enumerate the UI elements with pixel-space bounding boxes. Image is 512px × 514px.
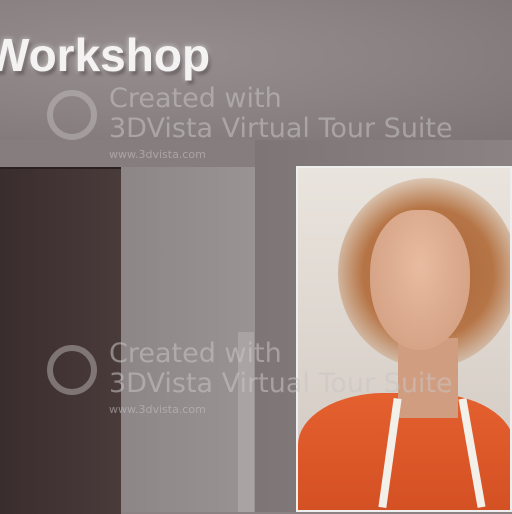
- face: [370, 210, 470, 350]
- watermark-line1: Created with: [109, 338, 282, 369]
- watermark-line2: 3DVista Virtual Tour Suite: [109, 368, 453, 399]
- 3dvista-logo-icon: [47, 90, 97, 140]
- 3dvista-logo-icon: [47, 345, 97, 395]
- watermark-line1: Created with: [109, 83, 282, 114]
- watermark-line2: 3DVista Virtual Tour Suite: [109, 113, 453, 144]
- watermark-url: www.3dvista.com: [109, 148, 206, 161]
- workshop-sign: Workshop: [0, 29, 211, 81]
- dark-wall-panel: [0, 167, 121, 514]
- portrait-poster[interactable]: [296, 166, 512, 512]
- watermark-url: www.3dvista.com: [109, 403, 206, 416]
- virtual-tour-panorama[interactable]: Workshop Created with 3DVista Virtual To…: [0, 0, 512, 514]
